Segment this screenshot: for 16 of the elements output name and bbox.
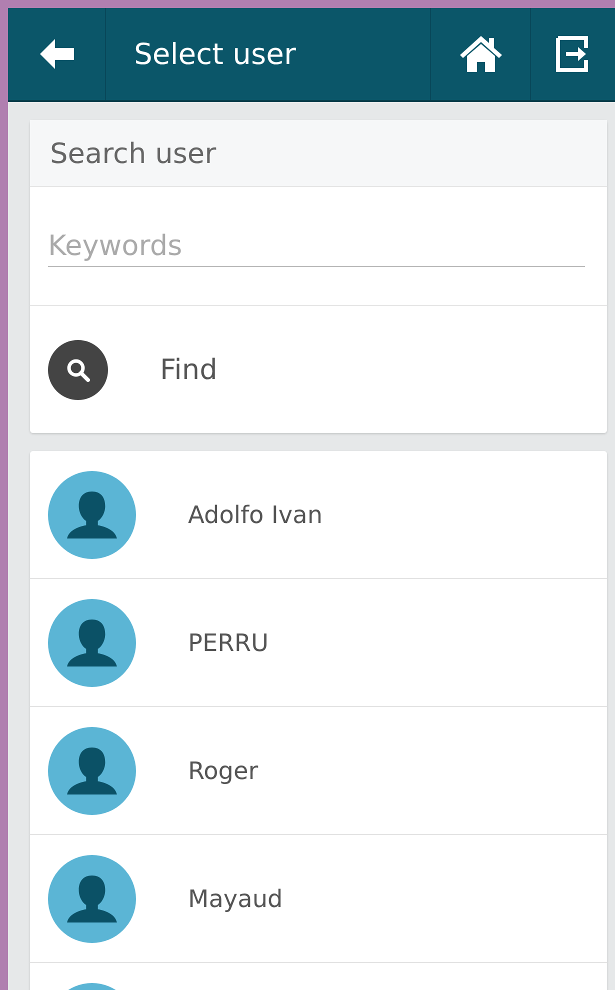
screen-title: Select user — [106, 8, 431, 100]
user-name[interactable]: PERRU — [188, 628, 269, 656]
find-button[interactable]: Find — [30, 306, 607, 433]
home-icon — [460, 36, 502, 72]
section-heading: Search user — [30, 120, 607, 187]
keywords-field[interactable]: Keywords — [48, 225, 585, 267]
user-name[interactable]: Roger — [188, 756, 258, 784]
back-arrow-icon — [40, 39, 74, 69]
search-icon — [48, 340, 108, 400]
logout-icon — [556, 36, 590, 72]
user-avatar-icon — [48, 854, 136, 942]
user-name[interactable]: Mayaud — [188, 884, 283, 912]
user-avatar-icon — [48, 598, 136, 686]
user-avatar-icon — [48, 726, 136, 814]
user-name[interactable]: Adolfo Ivan — [188, 500, 323, 528]
user-avatar-icon — [48, 470, 136, 558]
